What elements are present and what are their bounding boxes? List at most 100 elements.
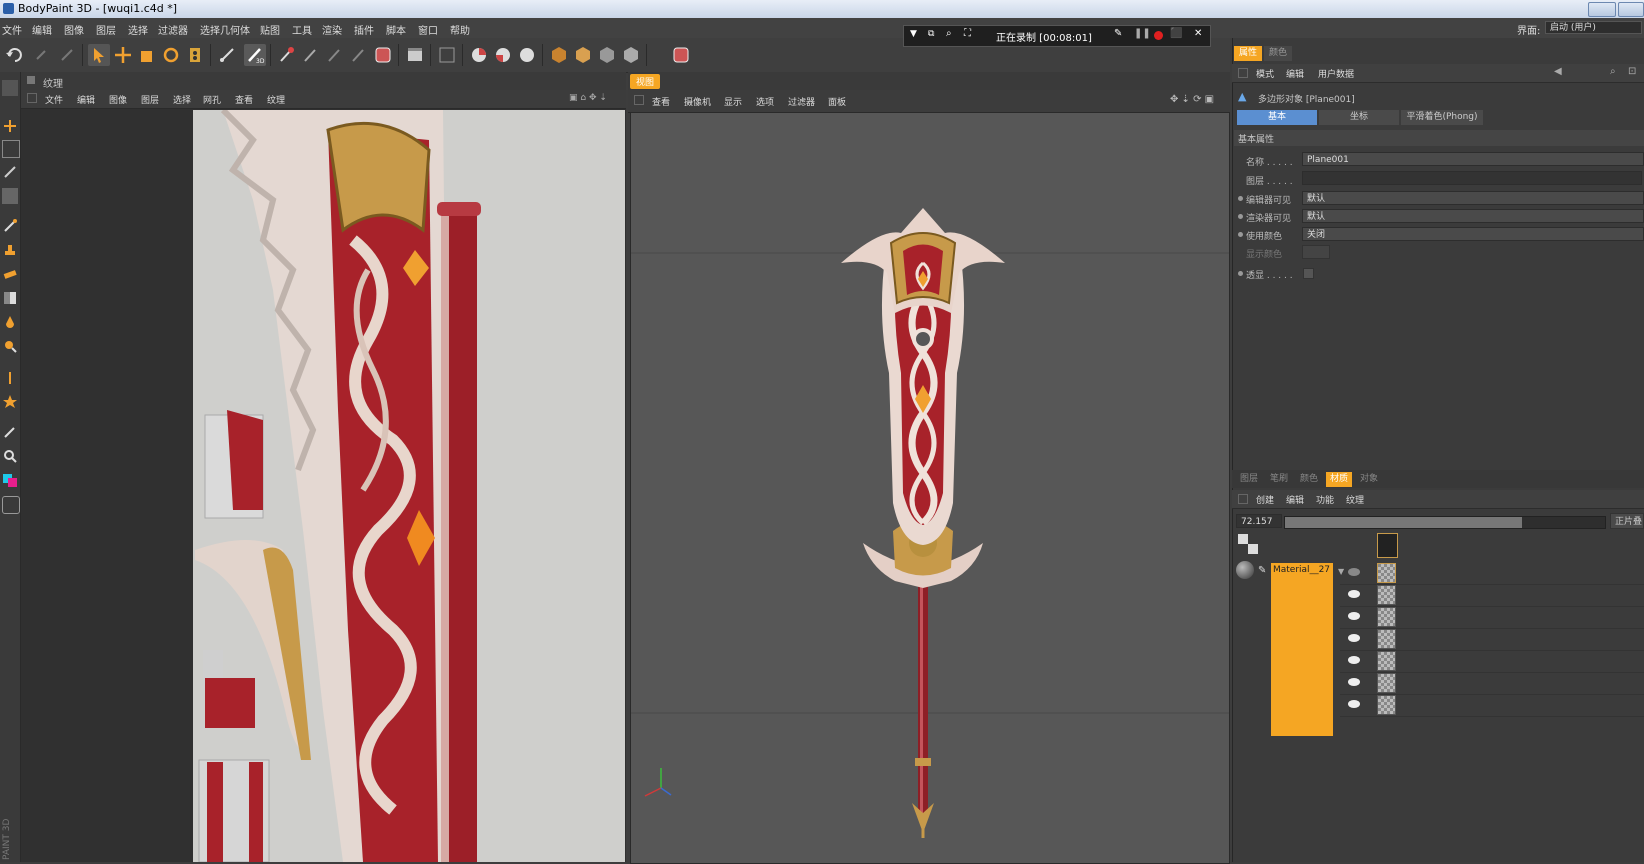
menu-plugins[interactable]: 插件 xyxy=(354,22,374,37)
material-preview-sphere[interactable] xyxy=(1236,561,1254,579)
tool-move-icon[interactable] xyxy=(2,118,18,134)
zoom-slider[interactable] xyxy=(1284,516,1606,529)
layer-thumbnail[interactable] xyxy=(1377,695,1396,715)
tool-eraser-icon[interactable] xyxy=(2,266,18,282)
tool-brush-icon[interactable] xyxy=(2,218,18,234)
vp-nav-icons[interactable]: ✥ ⇣ ⟳ ▣ xyxy=(1170,94,1214,105)
brush-small-icon[interactable] xyxy=(56,44,78,66)
mat-menu-create[interactable]: 创建 xyxy=(1256,493,1274,506)
layout-select[interactable]: 启动 (用户) xyxy=(1545,21,1642,34)
tex-menu-edit[interactable]: 编辑 xyxy=(77,93,95,106)
vp-menu-camera[interactable]: 摄像机 xyxy=(684,95,711,108)
vp-menu-options[interactable]: 选项 xyxy=(756,95,774,108)
coordinate-system-icon[interactable] xyxy=(184,44,206,66)
subtab-coord[interactable]: 坐标 xyxy=(1319,110,1399,125)
layer-visibility-eye-icon[interactable] xyxy=(1348,590,1360,598)
tex-menu-mesh[interactable]: 网孔 xyxy=(203,93,221,106)
attr-menu-userdata[interactable]: 用户数据 xyxy=(1318,67,1354,80)
menu-image[interactable]: 图像 xyxy=(64,22,84,37)
minimize-button[interactable] xyxy=(1588,2,1616,17)
render-material-icon[interactable] xyxy=(372,44,394,66)
layer-thumbnail[interactable] xyxy=(1377,629,1396,649)
prop-use-color-dot[interactable] xyxy=(1238,232,1243,237)
layer-thumbnail[interactable] xyxy=(1377,651,1396,671)
menu-help[interactable]: 帮助 xyxy=(450,22,470,37)
layer-visibility-eye-icon[interactable] xyxy=(1348,612,1360,620)
tex-menu-layer[interactable]: 图层 xyxy=(141,93,159,106)
select-arrow-icon[interactable] xyxy=(88,44,110,66)
blend-mode-button[interactable]: 正片叠 xyxy=(1610,513,1644,529)
checker3-icon[interactable] xyxy=(516,44,538,66)
vp-menu-display[interactable]: 显示 xyxy=(724,95,742,108)
tab-materials[interactable]: 材质 xyxy=(1326,472,1352,487)
tool-channel-icon[interactable] xyxy=(2,496,20,514)
region-icon[interactable]: ⛶ xyxy=(964,28,971,39)
vp-grid-icon[interactable] xyxy=(634,95,644,105)
undo-icon[interactable] xyxy=(4,44,26,66)
material-expand-icon[interactable]: ▼ xyxy=(1338,567,1344,576)
prop-editor-visible-select[interactable]: 默认 xyxy=(1302,191,1644,205)
menu-render[interactable]: 渲染 xyxy=(322,22,342,37)
viewport-tab[interactable]: 视图 xyxy=(630,74,661,89)
checker-icon[interactable] xyxy=(468,44,490,66)
menu-select-geometry[interactable]: 选择几何体 xyxy=(200,22,250,37)
tool-gradient-icon[interactable] xyxy=(2,290,18,306)
layer-thumbnail[interactable] xyxy=(1377,607,1396,627)
mat-grid-icon[interactable] xyxy=(1238,494,1248,504)
layer-visibility-eye-icon[interactable] xyxy=(1348,568,1360,576)
tool-stamp-icon[interactable] xyxy=(2,242,18,258)
tex-menu-file[interactable]: 文件 xyxy=(45,93,63,106)
prop-display-color-swatch[interactable] xyxy=(1302,245,1330,259)
tool-lasso-icon[interactable] xyxy=(2,164,18,180)
texture-canvas[interactable] xyxy=(193,110,625,862)
subtab-basic[interactable]: 基本 xyxy=(1237,110,1317,125)
prop-render-visible-select[interactable]: 默认 xyxy=(1302,209,1644,223)
layer-thumbnail[interactable] xyxy=(1377,585,1396,605)
mat-menu-texture[interactable]: 纹理 xyxy=(1346,493,1364,506)
menu-window[interactable]: 窗口 xyxy=(418,22,438,37)
vp-menu-panel[interactable]: 面板 xyxy=(828,95,846,108)
prop-xray-dot[interactable] xyxy=(1238,271,1243,276)
cube4-icon[interactable] xyxy=(620,44,642,66)
prop-layer-field[interactable] xyxy=(1302,171,1642,185)
tool-zoom-icon[interactable] xyxy=(2,448,18,464)
tex-menu-texture[interactable]: 纹理 xyxy=(267,93,285,106)
restore-button[interactable] xyxy=(1618,2,1644,17)
layer-visibility-eye-icon[interactable] xyxy=(1348,656,1360,664)
redo-icon[interactable] xyxy=(30,44,52,66)
menu-file[interactable]: 文件 xyxy=(2,22,22,37)
scale-icon[interactable] xyxy=(136,44,158,66)
tab-brush[interactable]: 笔刷 xyxy=(1266,472,1292,487)
layer-visibility-eye-icon[interactable] xyxy=(1348,634,1360,642)
brush-gray3-icon[interactable] xyxy=(348,44,370,66)
attr-grid-icon[interactable] xyxy=(1238,68,1248,78)
camera-icon[interactable]: ⬛ xyxy=(1170,28,1182,39)
attr-menu-mode[interactable]: 模式 xyxy=(1256,67,1274,80)
vp-menu-filter[interactable]: 过滤器 xyxy=(788,95,815,108)
paint-3d-icon[interactable]: 3D xyxy=(244,44,266,66)
mat-menu-edit[interactable]: 编辑 xyxy=(1286,493,1304,506)
clapper-icon[interactable] xyxy=(404,44,426,66)
zoom-icon[interactable]: ⌕ xyxy=(946,28,952,39)
menu-script[interactable]: 脚本 xyxy=(386,22,406,37)
brush-gray2-icon[interactable] xyxy=(324,44,346,66)
attr-lock-icon[interactable]: ⊡ xyxy=(1628,66,1636,77)
tool-smudge-icon[interactable] xyxy=(2,338,18,354)
prop-name-field[interactable]: Plane001 xyxy=(1302,152,1644,166)
menu-select[interactable]: 选择 xyxy=(128,22,148,37)
menu-edit[interactable]: 编辑 xyxy=(32,22,52,37)
menu-texture[interactable]: 贴图 xyxy=(260,22,280,37)
layer-thumbnail[interactable] xyxy=(1377,563,1396,583)
zoom-field[interactable]: 72.157 xyxy=(1236,514,1282,528)
tab-colors[interactable]: 颜色 xyxy=(1296,472,1322,487)
attr-search-icon[interactable]: ⌕ xyxy=(1610,66,1616,77)
tool-star-icon[interactable] xyxy=(2,394,18,410)
tex-menu-select[interactable]: 选择 xyxy=(173,93,191,106)
tex-menu-image[interactable]: 图像 xyxy=(109,93,127,106)
attr-back-icon[interactable]: ◀ xyxy=(1554,66,1562,77)
layer-thumbnail[interactable] xyxy=(1377,673,1396,693)
material-edit-icon[interactable]: ✎ xyxy=(1258,565,1266,576)
move-icon[interactable] xyxy=(112,44,134,66)
brush-gray-icon[interactable] xyxy=(300,44,322,66)
tab-layers[interactable]: 图层 xyxy=(1236,472,1262,487)
